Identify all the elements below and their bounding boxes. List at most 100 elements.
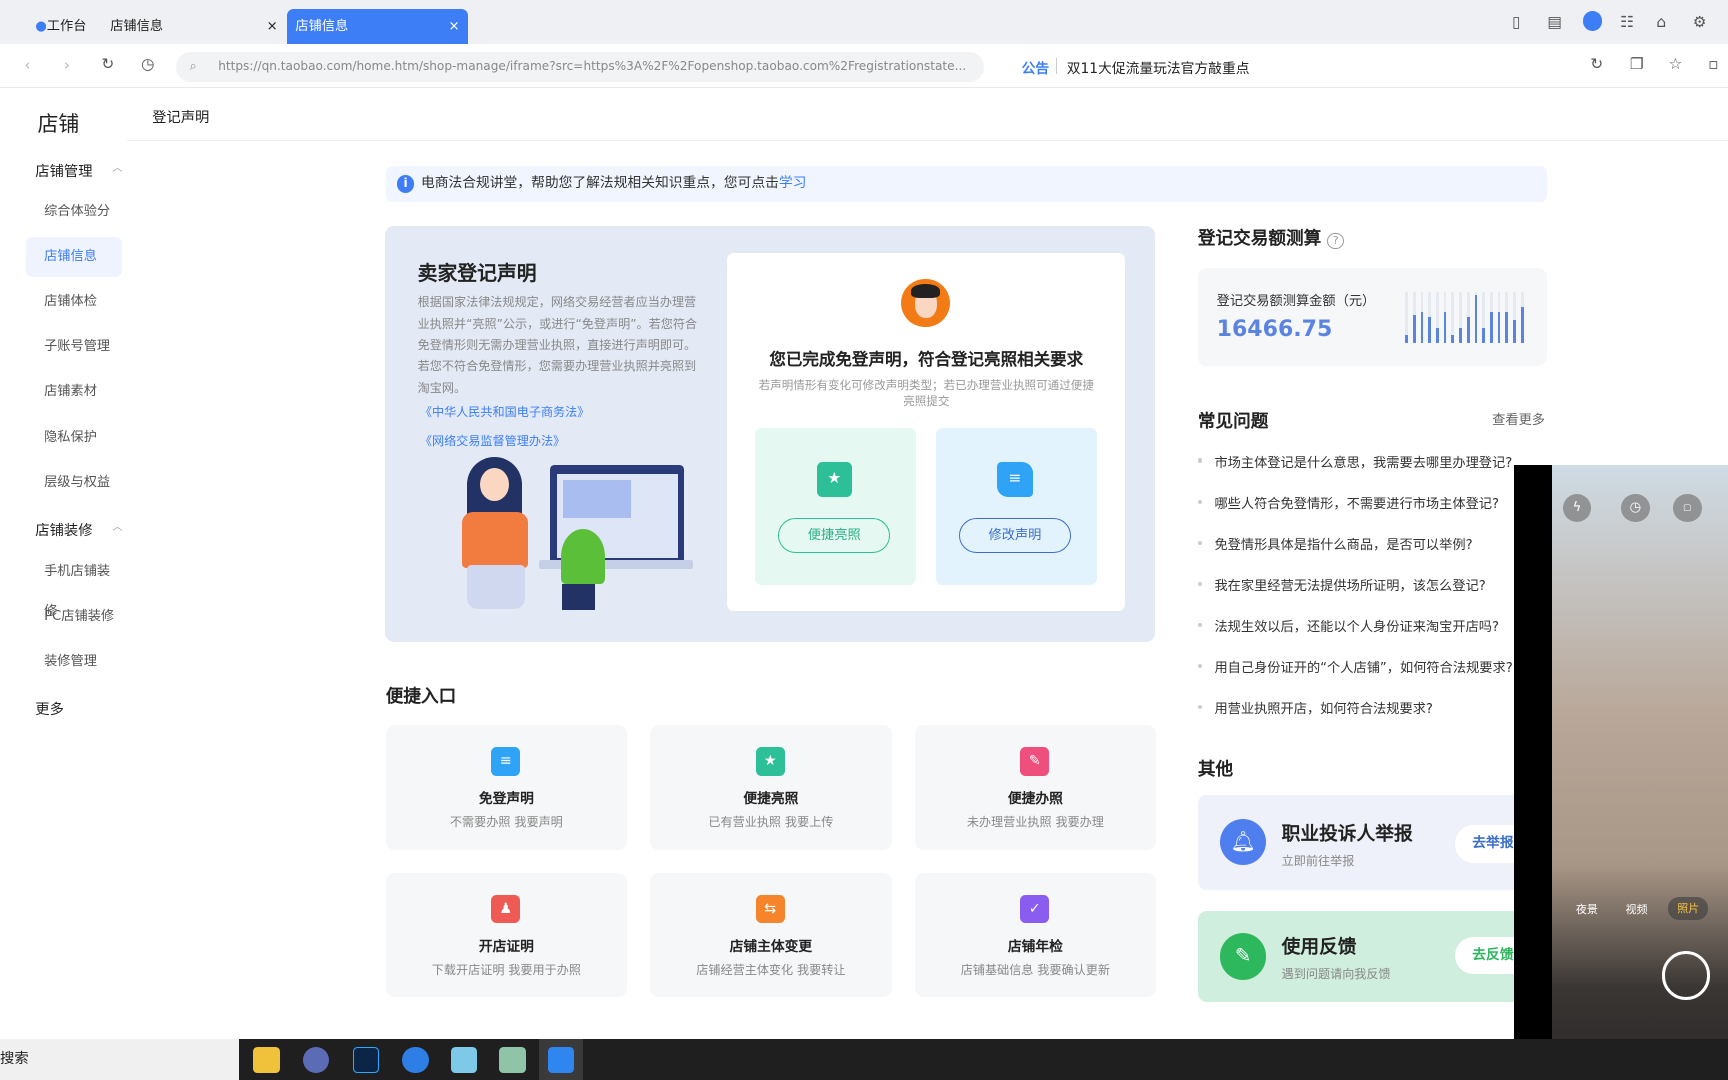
- notepad-icon[interactable]: [499, 1046, 526, 1074]
- mode-night[interactable]: 夜景: [1576, 901, 1598, 917]
- quick-entry-card[interactable]: ⇆ 店铺主体变更 店铺经营主体变化 我要转让: [650, 872, 892, 998]
- star-icon[interactable]: ☆: [1668, 55, 1682, 73]
- mode-video[interactable]: 视频: [1625, 901, 1647, 917]
- shutter-button[interactable]: [1661, 951, 1711, 1000]
- note-icon[interactable]: ☷: [1620, 13, 1634, 31]
- sidebar-item[interactable]: 装修管理: [26, 642, 122, 682]
- sidebar-item[interactable]: 综合体验分: [26, 192, 122, 232]
- feedback-subtitle: 遇到问题请向我反馈: [1281, 967, 1391, 982]
- mode-photo[interactable]: 照片: [1668, 897, 1709, 920]
- sparkline-bar: [1443, 312, 1447, 343]
- sidebar-more[interactable]: 更多: [35, 698, 64, 719]
- extension-icon[interactable]: ▫: [1708, 55, 1718, 73]
- faq-title: 常见问题: [1197, 411, 1269, 432]
- page-title: 登记声明: [126, 88, 1728, 142]
- app-icon[interactable]: [450, 1046, 478, 1074]
- sidebar-item[interactable]: PC店铺装修: [26, 597, 122, 637]
- quick-entry-card[interactable]: ★ 便捷亮照 已有营业执照 我要上传: [650, 725, 892, 850]
- faq-item[interactable]: 用自己身份证开的“个人店铺”，如何符合法规要求?: [1197, 657, 1513, 676]
- sidebar-item[interactable]: 层级与权益: [26, 463, 122, 503]
- learn-link[interactable]: 学习: [779, 175, 807, 191]
- report-subtitle: 立即前往举报: [1281, 853, 1355, 868]
- calc-value: 16466.75: [1216, 317, 1333, 343]
- notice-bar: i 电商法合规讲堂，帮助您了解法规相关知识重点，您可点击学习: [385, 166, 1548, 202]
- timer-icon[interactable]: ◷: [1621, 493, 1650, 523]
- sparkline-bar: [1520, 307, 1524, 343]
- taskbar-search[interactable]: 搜索: [0, 1039, 240, 1080]
- chevron-up-icon: ︿: [112, 522, 123, 534]
- sidebar-item[interactable]: 店铺体检: [26, 282, 122, 322]
- settings-icon[interactable]: ⚙: [1693, 13, 1707, 31]
- shirt-icon[interactable]: ⌂: [1656, 13, 1666, 31]
- quick-entry-subtitle: 不需要办照 我要声明: [449, 815, 563, 830]
- sparkline-bar: [1428, 317, 1431, 343]
- user-icon[interactable]: [1582, 11, 1603, 31]
- faq-item[interactable]: 免登情形具体是指什么商品，是否可以举例?: [1197, 534, 1473, 553]
- tab-bar: ●工作台 店铺信息 × 店铺信息 × ▯ ▤ ☷ ⌂ ⚙: [0, 0, 1728, 45]
- sidebar-item[interactable]: 店铺素材: [26, 372, 122, 412]
- quick-entry-subtitle: 店铺经营主体变化 我要转让: [696, 962, 846, 977]
- sidebar-item[interactable]: 隐私保护: [26, 418, 122, 458]
- sidebar: 店铺 店铺管理 ︿ 综合体验分 店铺信息 店铺体检 子账号管理 店铺素材 隐私保护…: [0, 88, 127, 1040]
- faq-item[interactable]: 我在家里经营无法提供场所证明，该怎么登记?: [1197, 575, 1486, 594]
- quick-entry-icon: ★: [755, 747, 785, 776]
- back-icon[interactable]: ‹: [24, 56, 30, 74]
- forward-icon[interactable]: ›: [64, 56, 70, 74]
- refresh-icon[interactable]: ↻: [1590, 55, 1603, 73]
- quick-entry-card[interactable]: ♟ 开店证明 下载开店证明 我要用于办照: [385, 872, 628, 998]
- faq-item[interactable]: 法规生效以后，还能以个人身份证来淘宝开店吗?: [1197, 616, 1499, 635]
- search-icon: ⌕: [189, 58, 197, 74]
- law-link[interactable]: 《中华人民共和国电子商务法》: [420, 403, 590, 420]
- history-icon[interactable]: ◷: [141, 55, 154, 73]
- calc-card: 登记交易额测算金额（元） 16466.75: [1197, 267, 1548, 366]
- faq-item[interactable]: 市场主体登记是什么意思，我需要去哪里办理登记?: [1197, 452, 1512, 471]
- url-input[interactable]: ⌕ https://qn.taobao.com/home.htm/shop-man…: [176, 51, 985, 82]
- modify-declaration-button[interactable]: 修改声明: [958, 517, 1072, 554]
- license-star-icon: ★: [816, 461, 852, 497]
- sidebar-item[interactable]: 子账号管理: [26, 327, 122, 367]
- sidebar-item-active[interactable]: 店铺信息: [26, 236, 123, 277]
- quick-license-button[interactable]: 便捷亮照: [778, 517, 891, 554]
- quick-entry-card[interactable]: ✎ 便捷办照 未办理营业执照 我要办理: [914, 725, 1157, 850]
- feedback-title: 使用反馈: [1281, 937, 1357, 959]
- book-icon[interactable]: ▤: [1547, 13, 1562, 31]
- fullscreen-icon[interactable]: ▢: [1672, 493, 1702, 523]
- law-link[interactable]: 《网络交易监督管理办法》: [420, 432, 565, 449]
- faq-more-link[interactable]: 查看更多: [1492, 409, 1545, 428]
- cinema4d-icon[interactable]: [303, 1046, 330, 1074]
- avatar: [901, 278, 950, 328]
- divider: [1055, 58, 1057, 74]
- photoshop-icon[interactable]: [352, 1046, 380, 1074]
- file-explorer-icon[interactable]: [253, 1046, 280, 1074]
- sparkline-bar: [1435, 327, 1439, 343]
- quick-entry-card[interactable]: ≡ 免登声明 不需要办照 我要声明: [385, 725, 628, 850]
- close-icon[interactable]: ×: [448, 9, 459, 44]
- sidebar-group-shop-manage[interactable]: 店铺管理 ︿: [35, 160, 122, 181]
- scroll-icon: ≡: [997, 461, 1033, 497]
- close-icon[interactable]: ×: [267, 9, 278, 44]
- faq-item[interactable]: 用营业执照开店，如何符合法规要求?: [1197, 698, 1433, 717]
- help-icon[interactable]: ?: [1327, 232, 1344, 250]
- tab-workbench[interactable]: ●工作台: [26, 9, 103, 44]
- sidebar-group-decoration[interactable]: 店铺装修 ︿: [35, 519, 122, 540]
- sparkline-bar: [1412, 314, 1416, 343]
- tab-shop-info[interactable]: 店铺信息 ×: [101, 9, 286, 44]
- address-bar: ‹ › ↻ ◷ ⌕ https://qn.taobao.com/home.htm/…: [0, 44, 1728, 89]
- announcement-link[interactable]: 双11大促流量玩法官方敲重点: [1067, 57, 1250, 77]
- info-icon: i: [396, 175, 415, 193]
- faq-item[interactable]: 哪些人符合免登情形，不需要进行市场主体登记?: [1197, 493, 1499, 512]
- quick-entry-card[interactable]: ✓ 店铺年检 店铺基础信息 我要确认更新: [914, 872, 1157, 998]
- sidebar-item[interactable]: 手机店铺装修: [26, 552, 122, 619]
- phone-icon[interactable]: ▯: [1512, 13, 1520, 31]
- sogou-icon[interactable]: [402, 1046, 429, 1074]
- qianniu-icon[interactable]: [547, 1046, 575, 1074]
- reload-icon[interactable]: ↻: [101, 55, 114, 73]
- sparkline-bar: [1497, 312, 1501, 343]
- sparkline-bar: [1466, 317, 1470, 343]
- tab-shop-info-active[interactable]: 店铺信息 ×: [286, 8, 469, 45]
- other-title: 其他: [1197, 759, 1234, 780]
- copy-icon[interactable]: ❐: [1630, 55, 1644, 73]
- feedback-card: ✎ 使用反馈 遇到问题请向我反馈 去反馈: [1197, 911, 1529, 1002]
- home-icon: ●: [35, 18, 47, 34]
- sparkline-bar: [1489, 312, 1493, 343]
